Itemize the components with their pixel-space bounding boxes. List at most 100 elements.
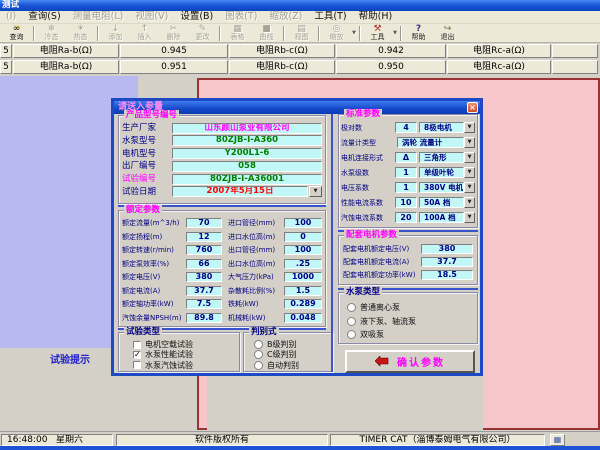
field-value-input[interactable]: 0.289 [284, 299, 322, 309]
field-label: 额定轴功率(kW) [122, 299, 186, 309]
field-value-input[interactable]: 66 [186, 259, 222, 269]
option-select[interactable]: 单级叶轮 [419, 167, 464, 178]
toolbar-button-exit[interactable]: ↪退出 [433, 24, 462, 42]
menu-item-settings[interactable]: 设置(B) [174, 11, 219, 23]
field-value-input[interactable]: 89.8 [186, 313, 222, 323]
option-select[interactable]: 三角形 [419, 152, 464, 163]
field-value-input[interactable]: 0.048 [284, 313, 322, 323]
resistance-cell: 0.942 [336, 44, 446, 58]
field-value-input[interactable]: 37.7 [186, 286, 222, 296]
resistance-cell: 电阻Rb-c(Ω) [229, 44, 335, 58]
option-select[interactable]: 380V 电机 [419, 182, 464, 193]
toolbar-button-label: 缩放 [330, 34, 344, 41]
toolbar-button-help[interactable]: ?帮助 [404, 24, 433, 42]
resistance-cell [552, 60, 598, 74]
radio-button[interactable] [347, 330, 356, 339]
group-title: 配套电机参数 [344, 230, 399, 241]
chevron-down-icon[interactable]: ▼ [352, 30, 356, 36]
field-value-input[interactable]: 1000 [284, 272, 322, 282]
field-value-input[interactable]: 760 [186, 245, 222, 255]
toolbar-separator [400, 26, 402, 41]
field-label: 汽蚀余量NPSH(m) [122, 313, 186, 323]
confirm-parameters-button[interactable]: 确认参数 [345, 350, 475, 373]
field-value-input[interactable]: 80ZJB-I-A36001 [172, 174, 322, 185]
menu-item-query[interactable]: 查询(S) [22, 11, 66, 23]
field-label: 电压系数 [341, 183, 395, 193]
radio-button[interactable] [347, 303, 356, 312]
chevron-down-icon[interactable]: ▼ [464, 212, 475, 223]
resistance-cell: 电阻Rc-a(Ω) [447, 60, 551, 74]
field-value-input[interactable]: 7.5 [186, 299, 222, 309]
field-value-input[interactable]: 2007年5月15日 [172, 186, 308, 197]
checkbox[interactable] [133, 351, 141, 359]
option-label: 普通离心泵 [360, 302, 400, 313]
coefficient-input[interactable]: Δ [395, 152, 417, 163]
toolbar-button-label: 退出 [441, 34, 455, 41]
coefficient-input[interactable]: 1 [395, 182, 417, 193]
menu-bar: (I)查询(S)测量电阻(L)视图(V)设置(B)图表(T)缩放(Z)工具(T)… [0, 11, 600, 24]
field-value-input[interactable]: 380 [421, 244, 473, 254]
chevron-down-icon[interactable]: ▼ [464, 167, 475, 178]
checkbox[interactable] [133, 361, 141, 369]
option-select[interactable]: 50A 档 [419, 197, 464, 208]
field-value-input[interactable]: Y200L1-6 [172, 148, 322, 159]
resistance-cell: 0.951 [120, 60, 228, 74]
field-value-input[interactable]: 12 [186, 232, 222, 242]
field-value-input[interactable]: 山东颜山泵业有限公司 [172, 123, 322, 134]
menu-item-tools[interactable]: 工具(T) [308, 11, 352, 23]
menu-item-measure-resistance: 测量电阻(L) [67, 11, 130, 23]
option-row: 普通离心泵 [347, 302, 477, 313]
dropdown-button[interactable]: ▼ [309, 186, 322, 197]
field-value-input[interactable]: 70 [186, 218, 222, 228]
toolbar-separator [97, 26, 99, 41]
chevron-down-icon[interactable]: ▼ [464, 122, 475, 133]
chevron-down-icon[interactable]: ▼ [464, 137, 475, 148]
toolbar-button-label: 视图 [295, 34, 309, 41]
chevron-down-icon[interactable]: ▼ [464, 152, 475, 163]
field-value-input[interactable]: 1.5 [284, 286, 322, 296]
standard-row: 水泵级数1单级叶轮▼ [341, 167, 475, 178]
option-select[interactable]: 8极电机 [419, 122, 464, 133]
resistance-cell: 5 [0, 60, 12, 74]
discriminant-group: 判别式 B级判别C级判别自动判别 [243, 332, 333, 372]
close-icon[interactable]: × [467, 102, 478, 113]
rated-row: 额定电流(A)37.7杂散耗比例(%)1.5 [122, 286, 322, 296]
option-row: B级判别 [254, 340, 332, 349]
toolbar-button-view: ▤视图 [287, 24, 316, 42]
status-copyright: 软件版权所有 [195, 435, 249, 445]
field-value-input[interactable]: 100 [284, 245, 322, 255]
toolbar-button-label: 帮助 [412, 34, 426, 41]
toolbar-button-label: 冷态 [45, 34, 59, 41]
toolbar-button-tools[interactable]: ⚒工具▼ [363, 24, 398, 42]
field-value-input[interactable]: .25 [284, 259, 322, 269]
menu-item-chart: 图表(T) [219, 11, 263, 23]
coefficient-input[interactable]: 1 [395, 167, 417, 178]
radio-button[interactable] [347, 317, 356, 326]
field-value-input[interactable]: 18.5 [421, 270, 473, 280]
radio-button[interactable] [254, 361, 263, 370]
field-label: 出厂编号 [122, 161, 172, 171]
field-value-input[interactable]: 37.7 [421, 257, 473, 267]
radio-button[interactable] [254, 350, 263, 359]
field-value-input[interactable]: 80ZJB-I-A360 [172, 135, 322, 146]
field-value-input[interactable]: 058 [172, 161, 322, 172]
chevron-down-icon[interactable]: ▼ [393, 30, 397, 36]
field-label: 电机连接形式 [341, 153, 395, 163]
option-select[interactable]: 涡轮 流量计 [397, 137, 464, 148]
statusbar-grid-icon[interactable]: ▦ [550, 434, 565, 446]
toolbar-button-label: 添加 [109, 34, 123, 41]
radio-button[interactable] [254, 340, 263, 349]
field-value-input[interactable]: 380 [186, 272, 222, 282]
checkbox[interactable] [133, 341, 141, 349]
chevron-down-icon[interactable]: ▼ [464, 197, 475, 208]
coefficient-input[interactable]: 4 [395, 122, 417, 133]
option-select[interactable]: 100A 档 [419, 212, 464, 223]
menu-item-help[interactable]: 帮助(H) [353, 11, 399, 23]
field-value-input[interactable]: 0 [284, 232, 322, 242]
test-hint-label: 试验提示 [22, 351, 118, 366]
chevron-down-icon[interactable]: ▼ [464, 182, 475, 193]
toolbar-button-query[interactable]: ∞查询 [2, 24, 31, 42]
coefficient-input[interactable]: 20 [395, 212, 417, 223]
field-value-input[interactable]: 100 [284, 218, 322, 228]
coefficient-input[interactable]: 10 [395, 197, 417, 208]
